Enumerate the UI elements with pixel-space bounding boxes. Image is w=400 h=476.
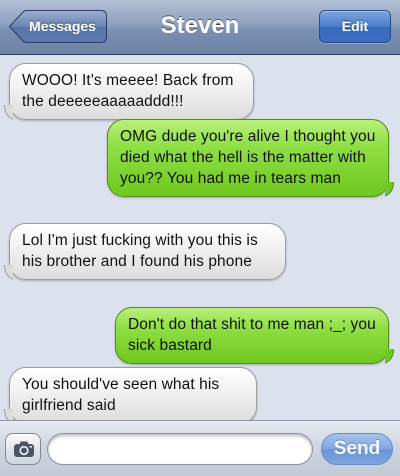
outgoing-message-bubble[interactable]: OMG dude you're alive I thought you died… [107, 119, 389, 197]
outgoing-message-bubble[interactable]: Don't do that shit to me man ;_; you sic… [115, 307, 389, 364]
message-composer: Send [0, 420, 400, 476]
conversation-title: Steven [160, 12, 240, 39]
edit-button[interactable]: Edit [319, 10, 391, 43]
back-button-label: Messages [29, 18, 96, 34]
message-input[interactable] [47, 433, 313, 465]
camera-icon [14, 441, 34, 457]
nav-bar: Messages Steven Edit [0, 0, 400, 55]
back-button[interactable]: Messages [8, 10, 107, 43]
send-button[interactable]: Send [321, 433, 393, 465]
camera-button[interactable] [5, 433, 41, 465]
incoming-message-bubble[interactable]: Lol I'm just fucking with you this is hi… [9, 223, 286, 280]
incoming-message-bubble[interactable]: WOOO! It's meeee! Back from the deeeeeaa… [9, 63, 254, 120]
message-thread[interactable]: WOOO! It's meeee! Back from the deeeeeaa… [0, 55, 400, 424]
incoming-message-bubble[interactable]: You should've seen what his girlfriend s… [9, 367, 257, 424]
